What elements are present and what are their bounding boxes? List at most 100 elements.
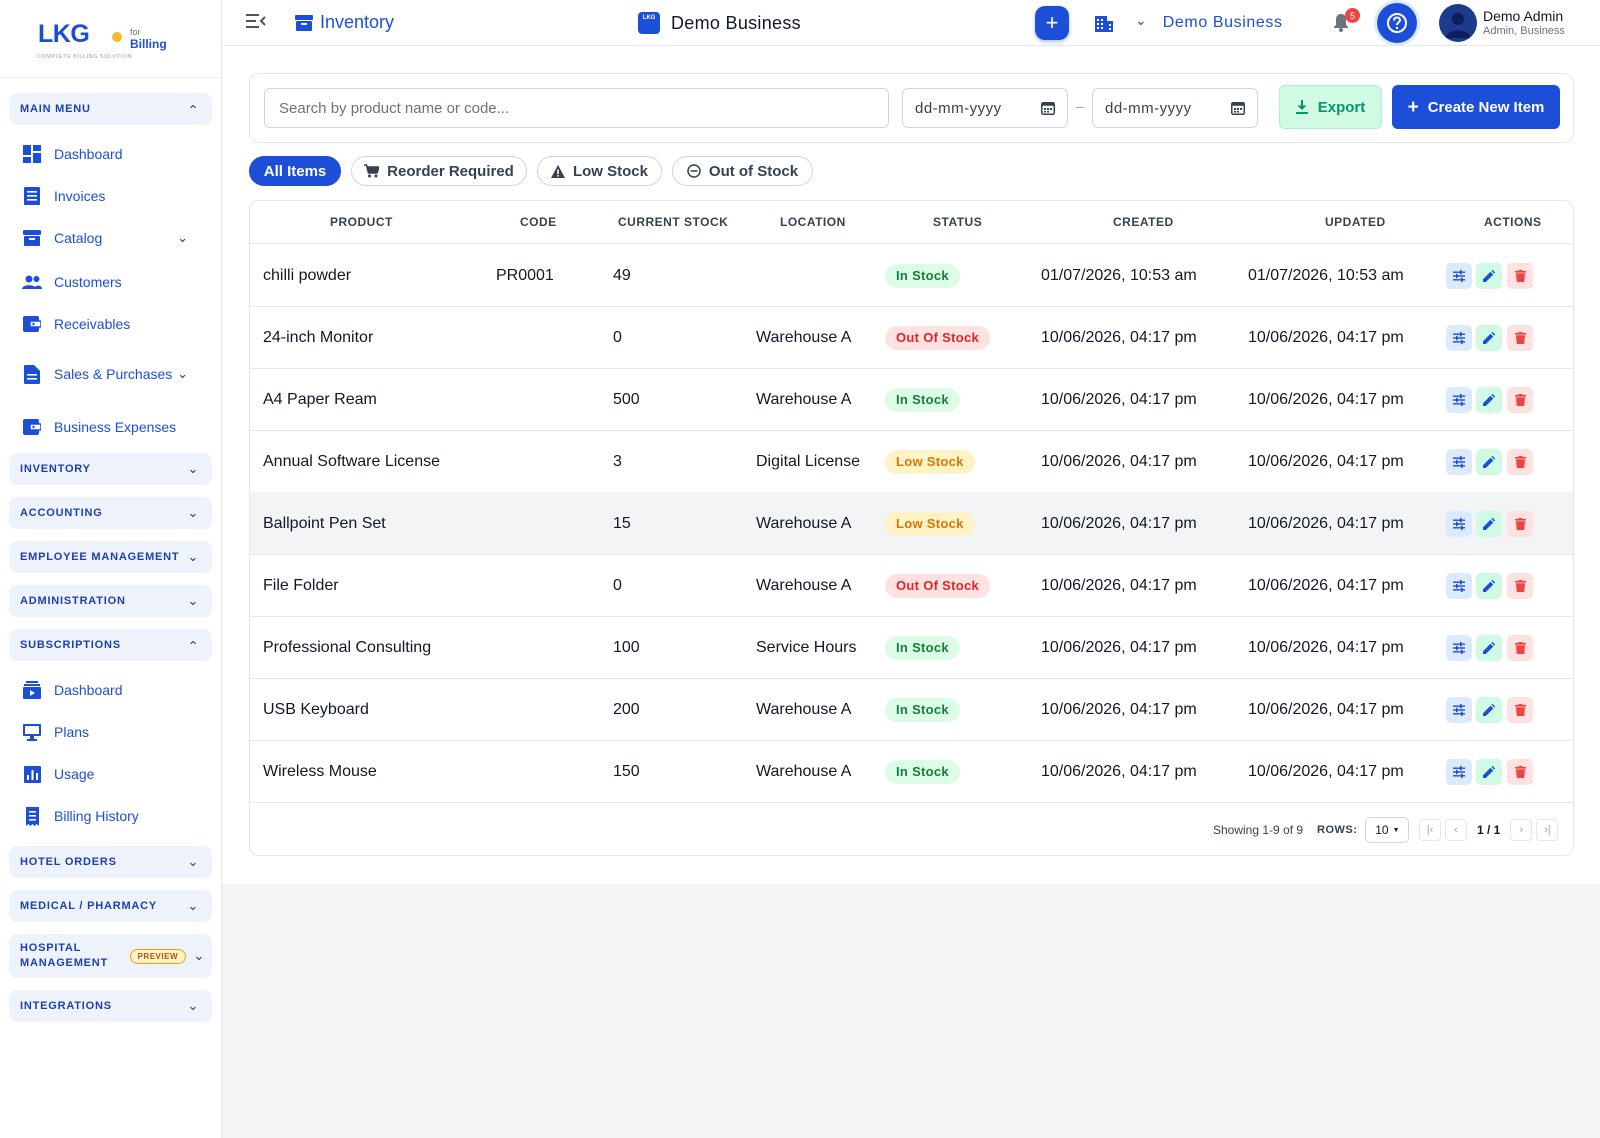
delete-item-button[interactable] [1507, 263, 1533, 289]
delete-item-button[interactable] [1507, 759, 1533, 785]
section-integrations[interactable]: INTEGRATIONS ⌄ [9, 990, 212, 1022]
delete-item-button[interactable] [1507, 325, 1533, 351]
updated-date: 10/06/2026, 04:17 pm [1248, 763, 1404, 780]
pencil-icon [1483, 642, 1495, 654]
sidebar-item-customers[interactable]: Customers [22, 267, 200, 297]
section-medical-pharmacy[interactable]: MEDICAL / PHARMACY ⌄ [9, 890, 212, 922]
sidebar-item-subscription-dashboard[interactable]: Dashboard [22, 675, 200, 705]
trash-icon [1514, 642, 1526, 654]
chip-all-items[interactable]: All Items [249, 156, 341, 186]
date-from-field[interactable]: dd-mm-yyyy [902, 88, 1068, 128]
sidebar-item-receivables[interactable]: Receivables [22, 309, 200, 339]
first-page-button[interactable]: |‹ [1419, 819, 1441, 841]
sidebar-item-billing-history[interactable]: Billing History [22, 801, 200, 831]
edit-item-button[interactable] [1476, 573, 1502, 599]
column-header-created[interactable]: CREATED [1113, 201, 1174, 244]
product-name: chilli powder [263, 267, 352, 284]
wallet-icon [22, 314, 42, 334]
table-row[interactable]: A4 Paper Ream 500 Warehouse A In Stock 10/06… [250, 368, 1573, 431]
created-date: 10/06/2026, 04:17 pm [1041, 639, 1197, 656]
adjust-stock-button[interactable] [1446, 325, 1472, 351]
adjust-stock-button[interactable] [1446, 759, 1472, 785]
section-subscriptions[interactable]: SUBSCRIPTIONS ⌄ [9, 629, 212, 661]
pencil-icon [1483, 704, 1495, 716]
section-employee-management[interactable]: EMPLOYEE MANAGEMENT ⌄ [9, 541, 212, 573]
adjust-stock-button[interactable] [1446, 697, 1472, 723]
sidebar-toggle-button[interactable] [246, 13, 266, 29]
section-hotel-orders[interactable]: HOTEL ORDERS ⌄ [9, 846, 212, 878]
delete-item-button[interactable] [1507, 635, 1533, 661]
sidebar-item-plans[interactable]: Plans [22, 717, 200, 747]
chip-label: Low Stock [572, 162, 648, 180]
notifications-button[interactable]: 5 [1333, 8, 1360, 32]
chip-out-of-stock[interactable]: Out of Stock [672, 156, 813, 186]
section-administration[interactable]: ADMINISTRATION ⌄ [9, 585, 212, 617]
edit-item-button[interactable] [1476, 697, 1502, 723]
rows-per-page-select[interactable]: 10 ▼ [1365, 817, 1410, 843]
sidebar-item-usage[interactable]: Usage [22, 759, 200, 789]
table-row[interactable]: USB Keyboard 200 Warehouse A In Stock 10/06/… [250, 678, 1573, 741]
search-input[interactable] [264, 88, 889, 128]
edit-item-button[interactable] [1476, 263, 1502, 289]
section-title: ADMINISTRATION [20, 594, 126, 607]
table-row[interactable]: File Folder 0 Warehouse A Out Of Stock 10/06… [250, 554, 1573, 617]
sidebar-item-business-expenses[interactable]: Business Expenses [22, 412, 200, 442]
updated-date: 10/06/2026, 04:17 pm [1248, 639, 1404, 656]
column-header-product[interactable]: PRODUCT [330, 201, 393, 244]
date-to-field[interactable]: dd-mm-yyyy [1092, 88, 1258, 128]
edit-item-button[interactable] [1476, 511, 1502, 537]
table-row[interactable]: Annual Software License 3 Digital License L… [250, 430, 1573, 493]
delete-item-button[interactable] [1507, 511, 1533, 537]
sidebar-item-label: Plans [54, 724, 90, 740]
brand-logo[interactable]: LKG for Billing COMPLETE BILLING SOLUTIO… [0, 0, 221, 78]
product-name: File Folder [263, 577, 339, 594]
sidebar-item-invoices[interactable]: Invoices [22, 181, 200, 211]
delete-item-button[interactable] [1507, 387, 1533, 413]
column-header-location[interactable]: LOCATION [780, 201, 846, 244]
delete-item-button[interactable] [1507, 449, 1533, 475]
section-accounting[interactable]: ACCOUNTING ⌄ [9, 497, 212, 529]
user-menu[interactable]: Demo Admin Admin, Business [1439, 4, 1565, 42]
adjust-stock-button[interactable] [1446, 449, 1472, 475]
section-inventory[interactable]: INVENTORY ⌄ [9, 453, 212, 485]
adjust-stock-button[interactable] [1446, 263, 1472, 289]
table-row[interactable]: Ballpoint Pen Set 15 Warehouse A Low Stock 1… [250, 492, 1573, 555]
adjust-stock-button[interactable] [1446, 511, 1472, 537]
delete-item-button[interactable] [1507, 697, 1533, 723]
section-main-menu[interactable]: MAIN MENU ⌄ [9, 93, 212, 125]
sidebar-item-dashboard[interactable]: Dashboard [22, 139, 200, 169]
status-badge: In Stock [885, 760, 960, 784]
table-row[interactable]: 24-inch Monitor 0 Warehouse A Out Of Stock 1… [250, 306, 1573, 369]
edit-item-button[interactable] [1476, 635, 1502, 661]
chip-reorder-required[interactable]: Reorder Required [351, 156, 527, 186]
column-header-status[interactable]: STATUS [933, 201, 982, 244]
section-hospital-management[interactable]: HOSPITAL MANAGEMENT PREVIEW ⌄ [9, 934, 212, 978]
adjust-stock-button[interactable] [1446, 573, 1472, 599]
chip-low-stock[interactable]: Low Stock [537, 156, 662, 186]
business-switcher[interactable]: ⌄ Demo Business [1095, 12, 1283, 32]
export-button[interactable]: Export [1279, 85, 1382, 129]
table-row[interactable]: Wireless Mouse 150 Warehouse A In Stock 10/0… [250, 740, 1573, 803]
help-button[interactable] [1377, 3, 1417, 43]
adjust-stock-button[interactable] [1446, 387, 1472, 413]
column-header-code[interactable]: CODE [520, 201, 557, 244]
table-row[interactable]: chilli powder PR0001 49 In Stock 01/07/2026,… [250, 244, 1573, 307]
edit-item-button[interactable] [1476, 325, 1502, 351]
last-page-button[interactable]: ›| [1536, 819, 1559, 841]
delete-item-button[interactable] [1507, 573, 1533, 599]
previous-page-button[interactable]: ‹ [1445, 819, 1467, 841]
sidebar-item-catalog[interactable]: Catalog ⌄ [22, 223, 200, 253]
chevron-down-icon: ⌄ [187, 854, 199, 869]
edit-item-button[interactable] [1476, 449, 1502, 475]
sidebar-item-label: Sales & Purchases [54, 366, 173, 382]
edit-item-button[interactable] [1476, 387, 1502, 413]
next-page-button[interactable]: › [1510, 819, 1533, 841]
adjust-stock-button[interactable] [1446, 635, 1472, 661]
table-row[interactable]: Professional Consulting 100 Service Hours I… [250, 616, 1573, 679]
sidebar-item-sales-purchases[interactable]: Sales & Purchases ⌄ [22, 354, 200, 394]
edit-item-button[interactable] [1476, 759, 1502, 785]
quick-add-button[interactable]: + [1035, 6, 1069, 40]
pencil-icon [1483, 766, 1495, 778]
create-new-item-button[interactable]: + Create New Item [1392, 85, 1560, 129]
column-header-current-stock[interactable]: CURRENT STOCK [618, 201, 728, 244]
